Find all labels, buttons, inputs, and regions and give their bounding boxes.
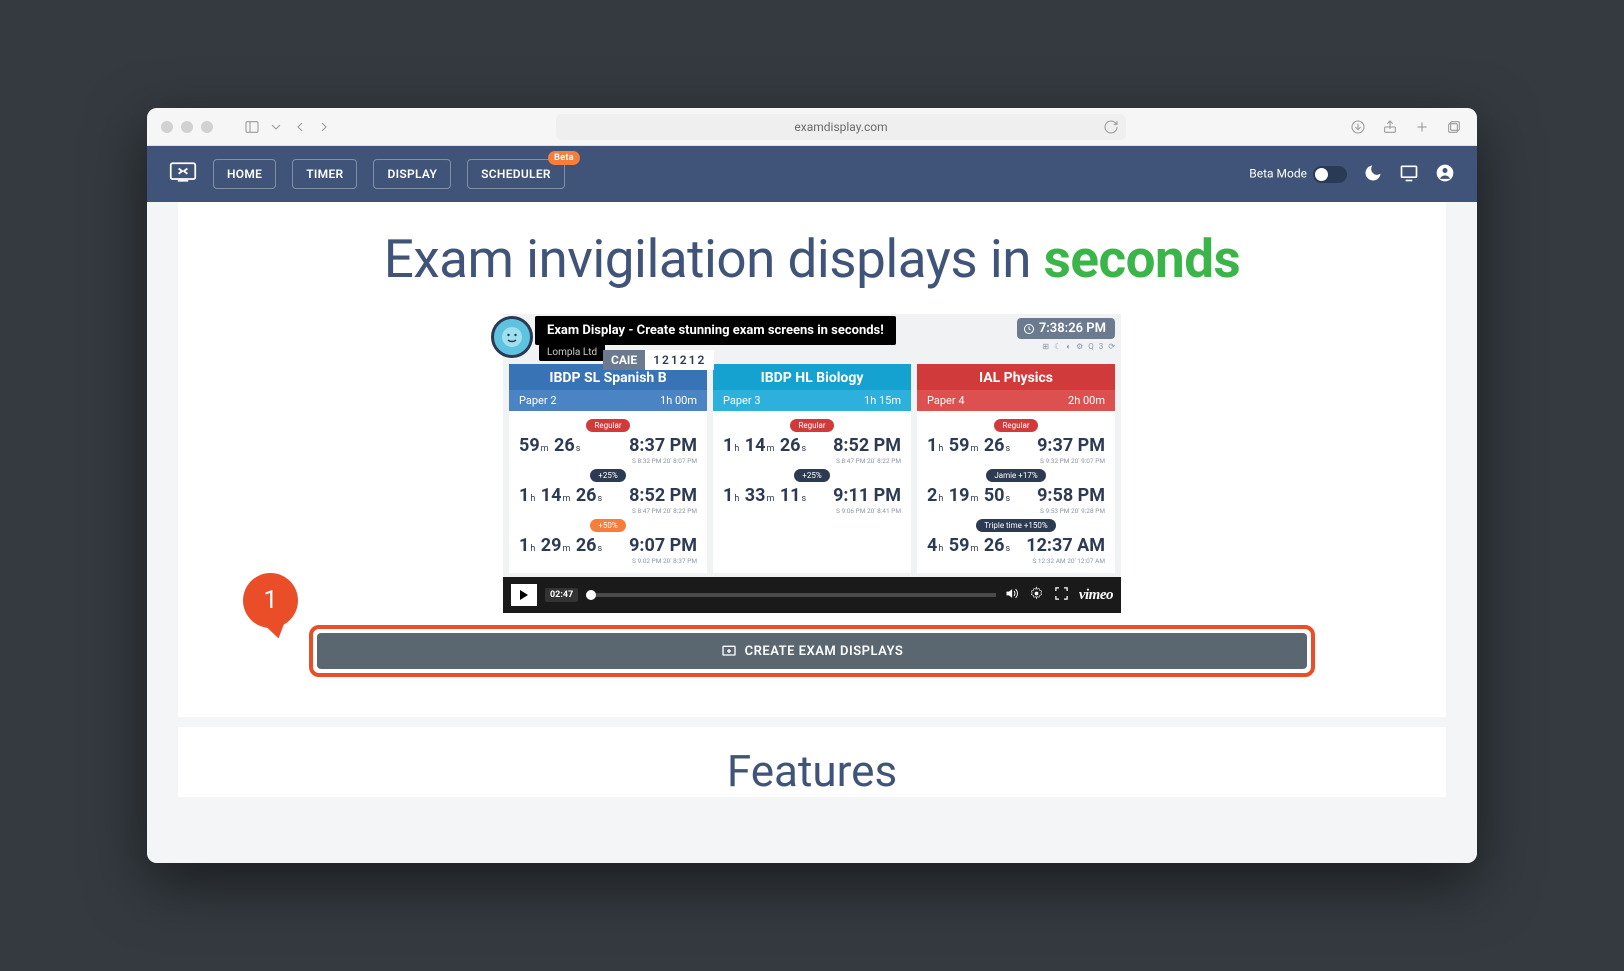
board-pills: CAIE121212 [603, 350, 714, 370]
clock-badge: 7:38:26 PM [1017, 318, 1115, 339]
tabs-icon[interactable] [1445, 118, 1463, 136]
beta-mode-label: Beta Mode [1249, 166, 1347, 183]
features-heading: Features [178, 745, 1446, 797]
features-section: Features [178, 727, 1446, 797]
exam-card: IBDP SL Spanish BPaper 21h 00mRegular59m… [509, 364, 707, 573]
callout-wrap: 1 CREATE EXAM DISPLAYS [309, 625, 1315, 677]
create-exam-displays-button[interactable]: CREATE EXAM DISPLAYS [317, 633, 1307, 669]
new-tab-icon[interactable] [1413, 118, 1431, 136]
page-headline: Exam invigilation displays in seconds [384, 228, 1241, 290]
play-icon[interactable] [511, 584, 537, 606]
settings-icon[interactable] [1029, 586, 1044, 605]
video-avatar-icon [491, 316, 533, 358]
video-time: 02:47 [545, 588, 578, 602]
share-icon[interactable] [1381, 118, 1399, 136]
hero-section: Exam invigilation displays in seconds Ex… [178, 202, 1446, 717]
mini-toolbar: ⊞☾◐⚙Q3⟳ [1042, 342, 1115, 351]
video-author-tooltip: Lompla Ltd [539, 344, 605, 361]
browser-window: examdisplay.com HOME TIMER DISPLAY SCHED… [147, 108, 1477, 863]
sidebar-toggle-icon[interactable] [243, 118, 261, 136]
download-icon[interactable] [1349, 118, 1367, 136]
video-title-tooltip: Exam Display - Create stunning exam scre… [535, 316, 896, 345]
dark-mode-icon[interactable] [1363, 163, 1383, 186]
account-icon[interactable] [1435, 163, 1455, 186]
chevron-down-icon[interactable] [267, 118, 285, 136]
callout-marker: 1 [243, 573, 298, 628]
titlebar: examdisplay.com [147, 108, 1477, 146]
brand-logo-icon[interactable] [169, 160, 197, 188]
video-preview: Exam Display - Create stunning exam scre… [503, 314, 1121, 613]
back-icon[interactable] [291, 118, 309, 136]
display-icon[interactable] [1399, 163, 1419, 186]
address-bar[interactable]: examdisplay.com [341, 114, 1341, 140]
nav-home[interactable]: HOME [213, 159, 276, 189]
beta-badge: Beta [548, 151, 580, 165]
page-content: Exam invigilation displays in seconds Ex… [147, 202, 1477, 863]
nav-scheduler[interactable]: SCHEDULERBeta [467, 159, 565, 189]
callout-highlight: CREATE EXAM DISPLAYS [309, 625, 1315, 677]
beta-mode-toggle[interactable] [1313, 166, 1347, 183]
url-text: examdisplay.com [794, 120, 887, 134]
app-navbar: HOME TIMER DISPLAY SCHEDULERBeta Beta Mo… [147, 146, 1477, 202]
video-controls[interactable]: 02:47 vimeo [503, 577, 1121, 613]
nav-display[interactable]: DISPLAY [373, 159, 451, 189]
vimeo-logo[interactable]: vimeo [1079, 587, 1113, 604]
reload-icon[interactable] [1102, 118, 1120, 136]
fullscreen-icon[interactable] [1054, 586, 1069, 605]
video-scrubber[interactable] [586, 593, 996, 597]
exam-card: IBDP HL BiologyPaper 31h 15mRegular1h 14… [713, 364, 911, 573]
nav-timer[interactable]: TIMER [292, 159, 357, 189]
exam-card: IAL PhysicsPaper 42h 00mRegular1h 59m 26… [917, 364, 1115, 573]
traffic-lights[interactable] [161, 121, 213, 133]
forward-icon[interactable] [315, 118, 333, 136]
volume-icon[interactable] [1004, 586, 1019, 605]
